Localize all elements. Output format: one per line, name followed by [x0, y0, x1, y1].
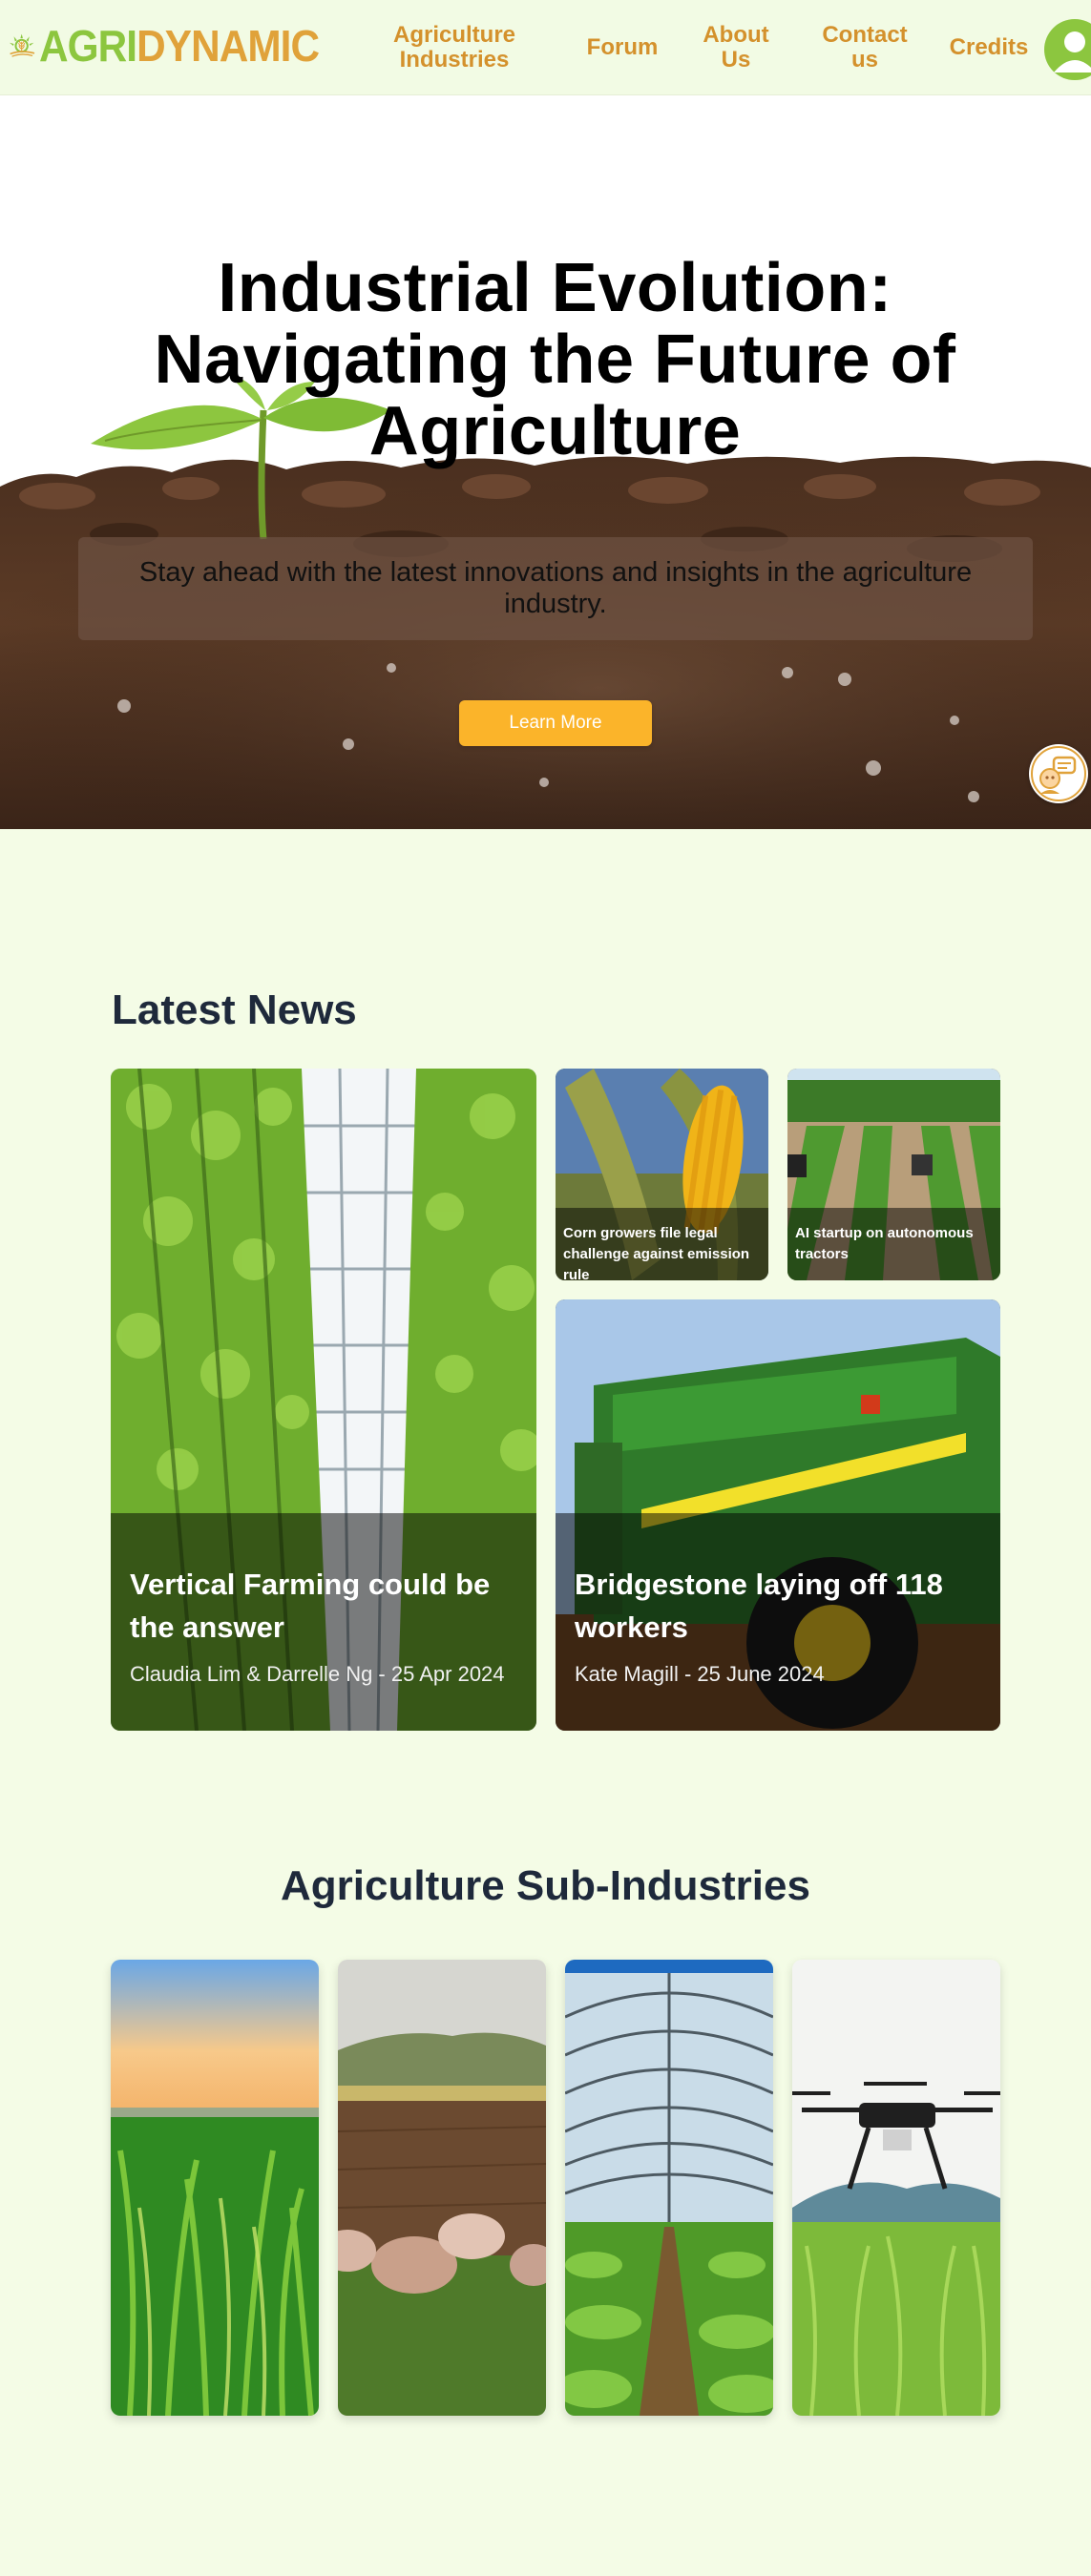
news-meta: Kate Magill - 25 June 2024 — [575, 1662, 825, 1686]
livestock-pigs-image — [338, 1960, 546, 2416]
profile-button[interactable] — [1044, 19, 1091, 80]
greenhouse-image — [565, 1960, 773, 2416]
news-card-small-2[interactable]: AI startup on autonomous tractors — [787, 1069, 1000, 1280]
news-title: Vertical Farming could be the answer — [130, 1568, 491, 1644]
brand-logo[interactable]: AgriDynamic — [8, 8, 344, 84]
news-meta: Claudia Lim & Darrelle Ng - 25 Apr 2024 — [130, 1662, 505, 1686]
top-navbar: AgriDynamic Agriculture Industries Forum… — [0, 0, 1091, 95]
sub-industry-card-greenhouse[interactable] — [565, 1960, 773, 2416]
hero-title: Industrial Evolution: Navigating the Fut… — [154, 250, 956, 469]
wheat-sun-logo-icon — [9, 33, 35, 57]
sub-industry-card-crops[interactable] — [111, 1960, 319, 2416]
brand-name-part1: Agri — [39, 21, 137, 71]
news-card-overlay: Bridgestone laying off 118 workers Kate … — [556, 1513, 1000, 1731]
learn-more-button[interactable]: Learn More — [459, 700, 652, 746]
news-card-small-1[interactable]: Corn growers file legal challenge agains… — [556, 1069, 768, 1280]
brand-wordmark: AgriDynamic — [39, 21, 320, 71]
news-card-overlay: AI startup on autonomous tractors — [787, 1208, 1000, 1280]
sub-industries-heading: Agriculture Sub-Industries — [281, 1862, 810, 1909]
sub-industry-card-agritech[interactable] — [792, 1960, 1000, 2416]
news-card-featured-2[interactable]: Bridgestone laying off 118 workers Kate … — [556, 1299, 1000, 1731]
chatbot-button[interactable] — [1029, 744, 1088, 803]
nav-item-agriculture-industries[interactable]: Agriculture Industries — [380, 0, 529, 95]
farm-drone-image — [792, 1960, 1000, 2416]
sub-industry-card-livestock[interactable] — [338, 1960, 546, 2416]
news-card-overlay: Corn growers file legal challenge agains… — [556, 1208, 768, 1280]
corn-field-image — [111, 1960, 319, 2416]
nav-item-credits[interactable]: Credits — [939, 0, 1039, 95]
user-avatar-icon — [1054, 31, 1091, 73]
news-title: Corn growers file legal challenge agains… — [563, 1225, 750, 1280]
nav-item-forum[interactable]: Forum — [573, 0, 672, 95]
latest-news-heading: Latest News — [112, 987, 357, 1033]
brand-name-part2: Dynamic — [136, 21, 320, 71]
news-title: AI startup on autonomous tractors — [795, 1225, 974, 1262]
news-title: Bridgestone laying off 118 workers — [575, 1568, 943, 1644]
hero-banner: Industrial Evolution: Navigating the Fut… — [0, 95, 1091, 829]
nav-item-contact-us[interactable]: Contact us — [811, 0, 918, 95]
nav-item-about-us[interactable]: About Us — [689, 0, 783, 95]
chatbot-icon — [1031, 746, 1086, 801]
news-card-overlay: Vertical Farming could be the answer Cla… — [111, 1513, 536, 1731]
hero-subtitle: Stay ahead with the latest innovations a… — [78, 537, 1033, 640]
news-card-featured-1[interactable]: Vertical Farming could be the answer Cla… — [111, 1069, 536, 1731]
